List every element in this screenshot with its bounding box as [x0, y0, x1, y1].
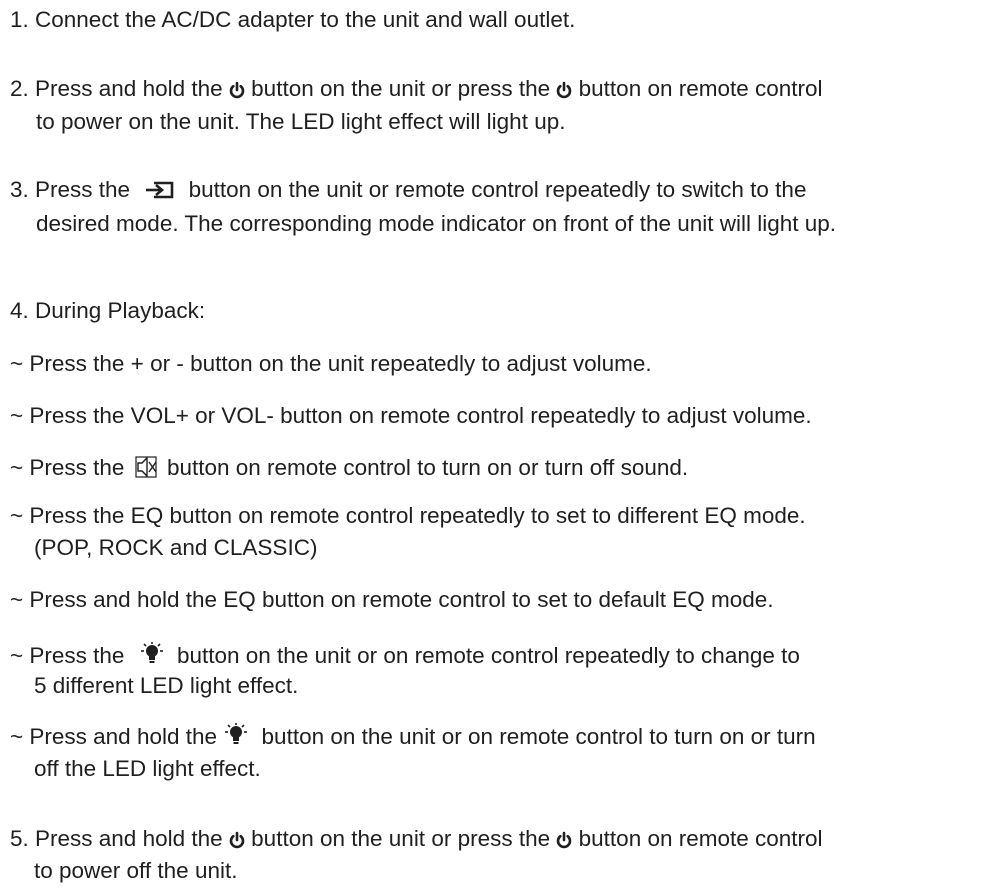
power-icon [556, 81, 572, 104]
step-4-heading-text: 4. During Playback: [10, 298, 206, 323]
step-1-text: 1. Connect the AC/DC adapter to the unit… [10, 7, 576, 32]
bullet-4-text-a: ~ Press the EQ button on remote control … [10, 503, 806, 528]
step-5-text-b: button on the unit or press the [251, 826, 551, 851]
bullet-5: ~ Press and hold the EQ button on remote… [10, 587, 774, 612]
led-light-icon [223, 723, 249, 752]
bullet-3: ~ Press the button on remote control to … [10, 456, 688, 483]
bullet-5-text: ~ Press and hold the EQ button on remote… [10, 587, 774, 612]
bullet-6-line-2: 5 different LED light effect. [34, 673, 299, 698]
step-3-text-c: desired mode. The corresponding mode ind… [36, 211, 837, 236]
step-5-text-c: button on remote control [578, 826, 823, 851]
power-icon [556, 831, 572, 854]
step-1: 1. Connect the AC/DC adapter to the unit… [10, 7, 576, 32]
step-2-line-2: to power on the unit. The LED light effe… [36, 109, 566, 134]
step-4-heading: 4. During Playback: [10, 298, 206, 323]
bullet-3-text-a: ~ Press the [10, 455, 125, 480]
power-icon [229, 81, 245, 104]
bullet-6-text-a: ~ Press the [10, 643, 125, 668]
bullet-7-text-a: ~ Press and hold the [10, 724, 218, 749]
step-3-text-b: button on the unit or remote control rep… [188, 177, 807, 202]
bullet-6-text-b: button on the unit or on remote control … [176, 643, 800, 668]
bullet-6-text-c: 5 different LED light effect. [34, 673, 299, 698]
bullet-4-line-1: ~ Press the EQ button on remote control … [10, 503, 806, 528]
step-5-line-1: 5. Press and hold the button on the unit… [10, 826, 823, 854]
step-3-text-a: 3. Press the [10, 177, 131, 202]
bullet-2: ~ Press the VOL+ or VOL- button on remot… [10, 403, 812, 428]
bullet-7-text-b: button on the unit or on remote control … [261, 724, 816, 749]
step-5-text-a: 5. Press and hold the [10, 826, 223, 851]
step-2-text-c: button on remote control [578, 76, 823, 101]
bullet-7-text-c: off the LED light effect. [34, 756, 261, 781]
step-5-line-2: to power off the unit. [34, 858, 238, 883]
bullet-2-text: ~ Press the VOL+ or VOL- button on remot… [10, 403, 812, 428]
bullet-4-text-b: (POP, ROCK and CLASSIC) [34, 535, 318, 560]
bullet-1: ~ Press the + or - button on the unit re… [10, 351, 652, 376]
step-2-text-b: button on the unit or press the [251, 76, 551, 101]
bullet-7-line-1: ~ Press and hold the button on the unit … [10, 723, 816, 752]
step-3-line-2: desired mode. The corresponding mode ind… [36, 211, 837, 236]
bullet-1-text: ~ Press the + or - button on the unit re… [10, 351, 652, 376]
bullet-4-line-2: (POP, ROCK and CLASSIC) [34, 535, 318, 560]
step-2-text-a: 2. Press and hold the [10, 76, 223, 101]
bullet-3-text-b: button on remote control to turn on or t… [166, 455, 689, 480]
step-2-text-d: to power on the unit. The LED light effe… [36, 109, 566, 134]
step-3-line-1: 3. Press the button on the unit or remot… [10, 177, 807, 205]
step-2-line-1: 2. Press and hold the button on the unit… [10, 76, 823, 104]
input-source-icon [144, 180, 176, 205]
led-light-icon [139, 642, 165, 671]
power-icon [229, 831, 245, 854]
step-5-text-d: to power off the unit. [34, 858, 238, 883]
bullet-6-line-1: ~ Press the button on the unit or on rem… [10, 642, 800, 671]
mute-icon [135, 456, 157, 483]
bullet-7-line-2: off the LED light effect. [34, 756, 261, 781]
